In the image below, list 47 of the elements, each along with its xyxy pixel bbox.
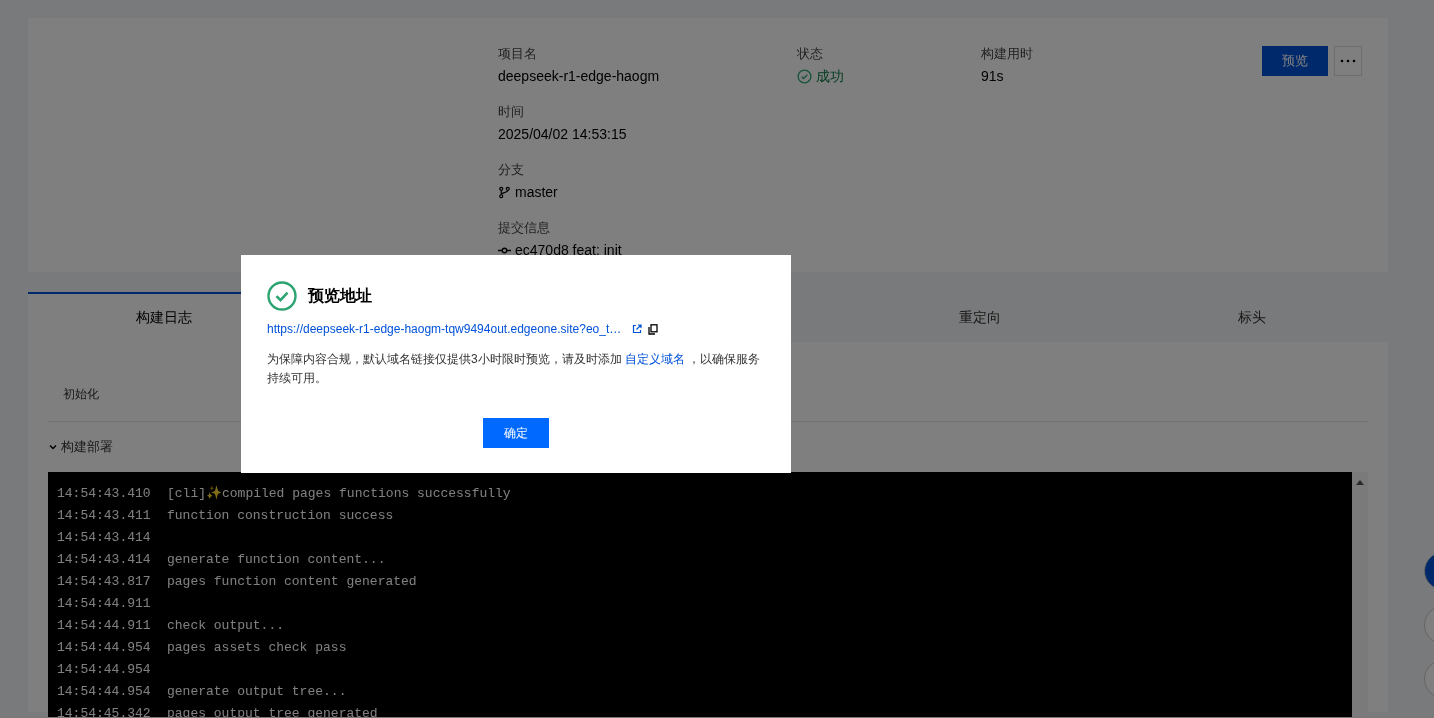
git-branch-icon (498, 185, 511, 199)
dialog-title: 预览地址 (308, 285, 372, 306)
success-check-icon (267, 281, 297, 311)
field-value: ec470d8 feat: init (515, 241, 622, 259)
field-label: 状态 (797, 46, 824, 62)
log-message: pages assets check pass (167, 639, 347, 655)
log-time: 14:54:45.342 (57, 705, 152, 718)
field-label: 分支 (498, 162, 525, 178)
field-label: 时间 (498, 104, 525, 120)
log-time: 14:54:44.954 (57, 683, 152, 699)
copy-icon[interactable] (648, 323, 659, 335)
log-time: 14:54:44.954 (57, 661, 152, 677)
preview-button[interactable]: 预览 (1262, 46, 1328, 76)
tab[interactable]: 重定向 (844, 292, 1116, 342)
field-value: deepseek-r1-edge-haogm (498, 67, 660, 85)
log-message: generate output tree... (167, 683, 347, 699)
custom-domain-link[interactable]: 自定义域名 (625, 352, 685, 366)
log-time: 14:54:44.954 (57, 639, 152, 655)
log-time: 14:54:44.911 (57, 617, 152, 633)
chevron-icon[interactable] (48, 442, 58, 452)
scroll-up-icon[interactable] (1356, 480, 1364, 485)
log-message: function construction success (167, 507, 394, 523)
log-message: generate function content... (167, 551, 386, 567)
notice-text: 为保障内容合规，默认域名链接仅提供3小时限时预览，请及时添加 自定义域名 ，以确保服务持续可用。 (267, 351, 762, 387)
field-value: master (515, 183, 558, 201)
log-time: 14:54:43.817 (57, 573, 152, 589)
log-time: 14:54:43.414 (57, 529, 152, 545)
confirm-button[interactable]: 确定 (483, 418, 549, 448)
section-title: 构建部署 (61, 438, 113, 456)
field-label: 项目名 (498, 46, 538, 62)
log-time: 14:54:43.410 (57, 485, 152, 501)
more-icon (1340, 59, 1356, 63)
log-time: 14:54:43.414 (57, 551, 152, 567)
success-check-icon (797, 68, 812, 84)
log-message: check output... (167, 617, 285, 633)
tab[interactable]: 标头 (1116, 292, 1388, 342)
field-label: 提交信息 (498, 220, 551, 236)
log-message: pages function content generated (167, 573, 417, 589)
stage-label: 初始化 (63, 386, 99, 403)
field-value: 2025/04/02 14:53:15 (498, 125, 627, 143)
field-value: 91s (981, 67, 1004, 85)
external-link-icon[interactable] (632, 324, 643, 334)
log-message: [cli]✨compiled pages functions successfully (167, 485, 511, 501)
log-time: 14:54:44.911 (57, 595, 152, 611)
field-value: 成功 (816, 67, 844, 85)
field-label: 构建用时 (981, 46, 1034, 62)
log-time: 14:54:43.411 (57, 507, 152, 523)
